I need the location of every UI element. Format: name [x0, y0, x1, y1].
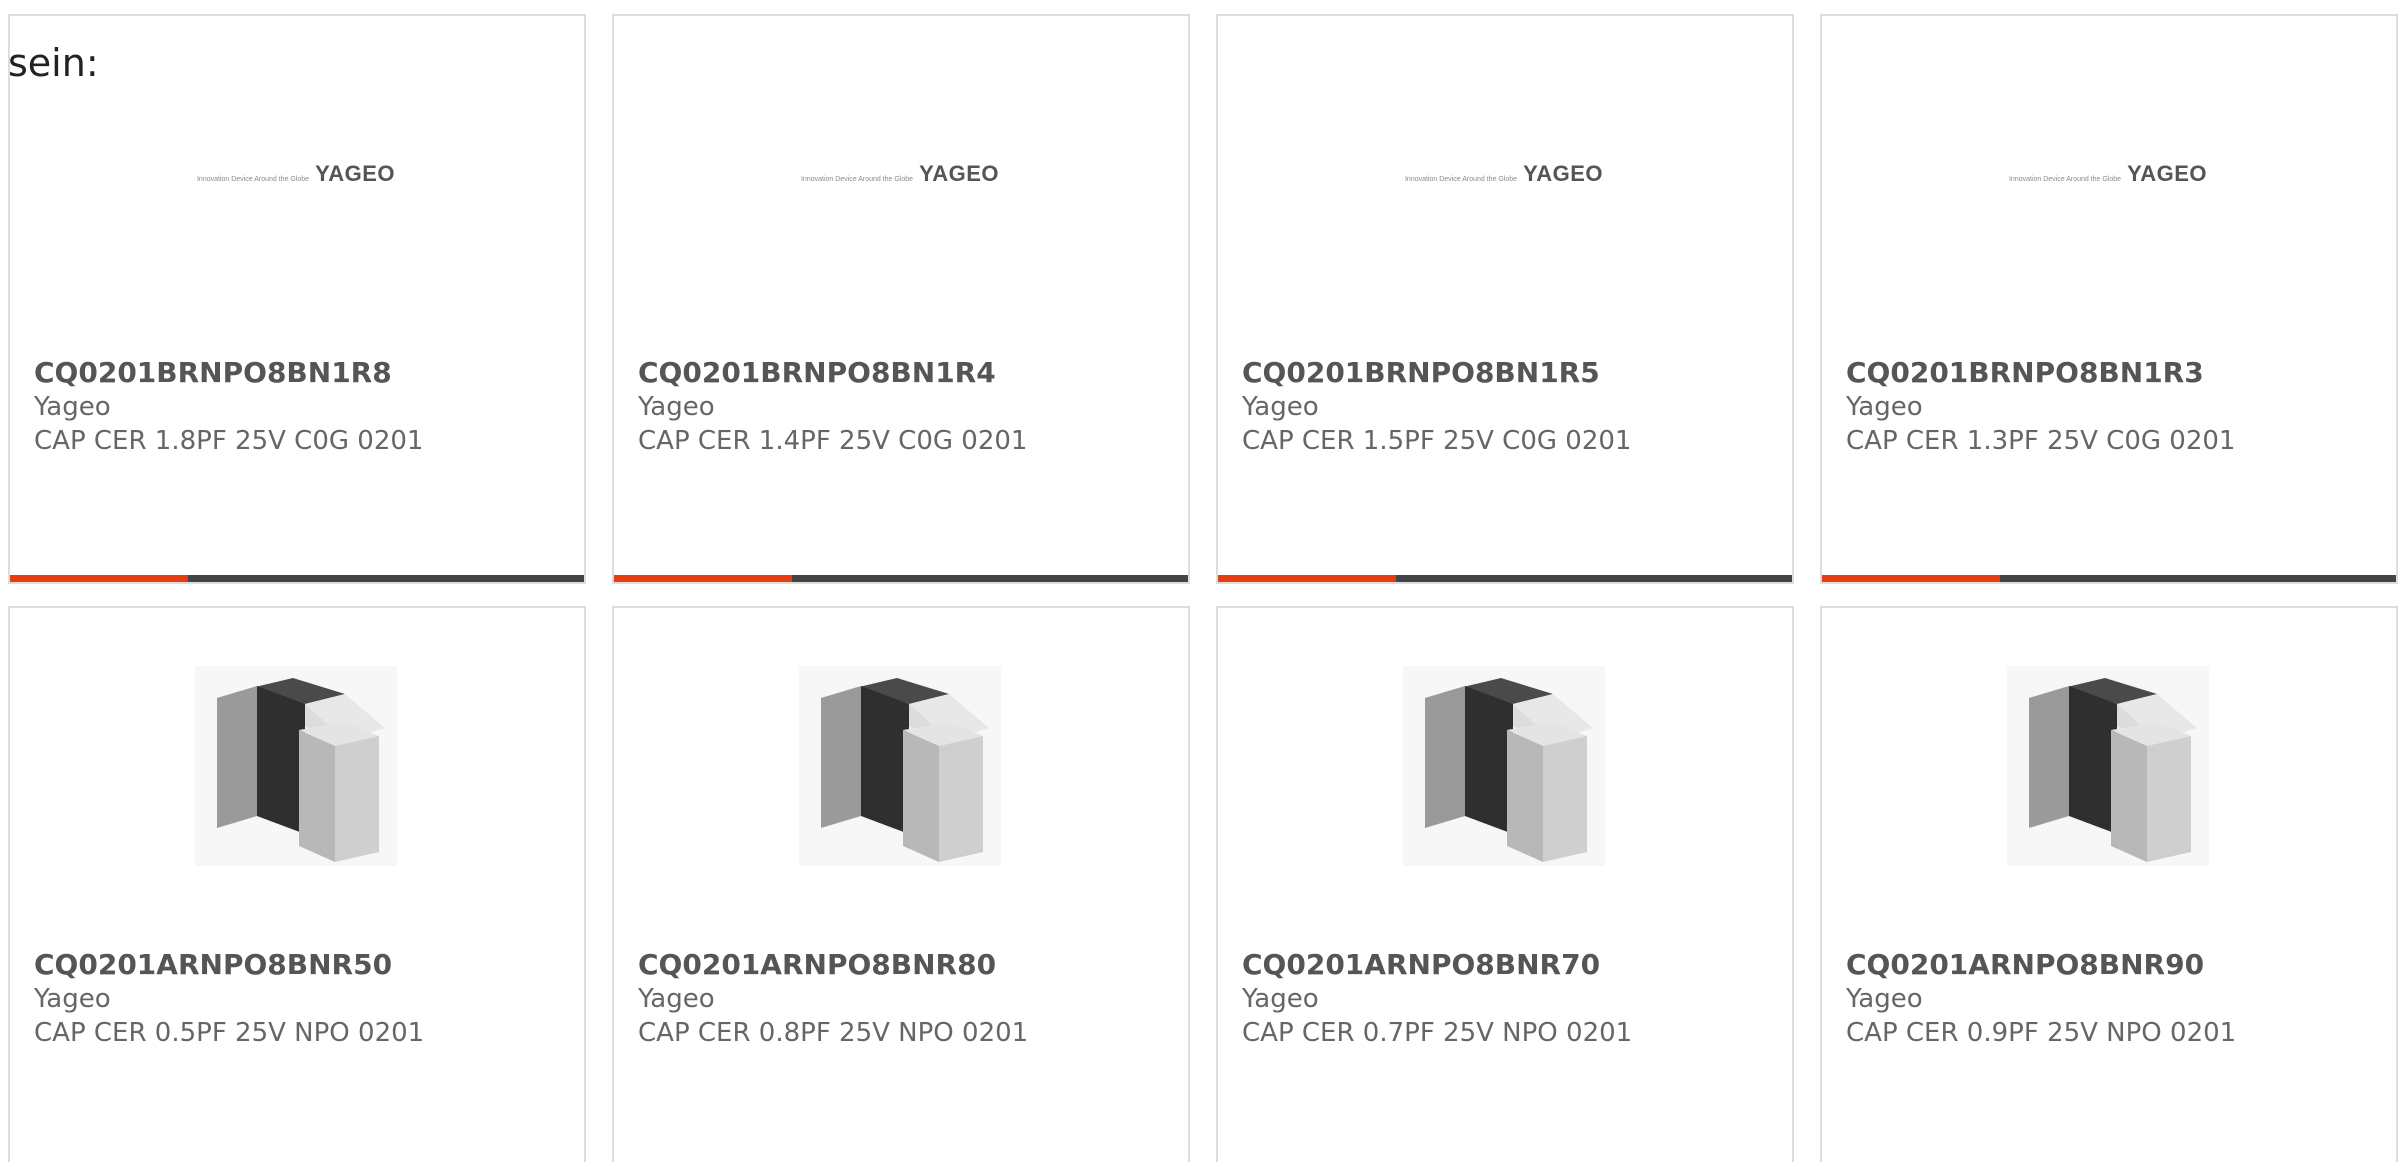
capacitor-chip-image — [1403, 666, 1605, 866]
logo-wordmark: YAGEO — [2127, 161, 2208, 186]
capacitor-chip-image — [2007, 666, 2209, 866]
product-description: CAP CER 1.3PF 25V C0G 0201 — [1846, 426, 2236, 456]
part-number[interactable]: CQ0201BRNPO8BN1R8 — [34, 356, 574, 390]
product-info: CQ0201ARNPO8BNR80 Yageo CAP CER 0.8PF 25… — [638, 948, 1178, 1050]
product-info: CQ0201BRNPO8BN1R4 Yageo CAP CER 1.4PF 25… — [638, 356, 1178, 458]
product-image[interactable]: Innovation Device Around the Globe YAGEO — [195, 74, 397, 274]
product-info: CQ0201BRNPO8BN1R5 Yageo CAP CER 1.5PF 25… — [1242, 356, 1782, 458]
capacitor-chip-image — [799, 666, 1001, 866]
product-card[interactable]: Innovation Device Around the Globe YAGEO… — [1820, 14, 2398, 584]
yageo-logo-image: Innovation Device Around the Globe YAGEO — [801, 161, 999, 187]
product-info: CQ0201ARNPO8BNR50 Yageo CAP CER 0.5PF 25… — [34, 948, 574, 1050]
product-card[interactable]: Innovation Device Around the Globe YAGEO… — [1216, 14, 1794, 584]
logo-wordmark: YAGEO — [919, 161, 1000, 186]
logo-tagline: Innovation Device Around the Globe — [800, 176, 914, 183]
product-info: CQ0201BRNPO8BN1R3 Yageo CAP CER 1.3PF 25… — [1846, 356, 2386, 458]
product-image[interactable] — [2007, 666, 2209, 866]
product-description: CAP CER 0.8PF 25V NPO 0201 — [638, 1018, 1029, 1048]
yageo-logo-image: Innovation Device Around the Globe YAGEO — [1405, 161, 1603, 187]
product-info: CQ0201ARNPO8BNR90 Yageo CAP CER 0.9PF 25… — [1846, 948, 2386, 1050]
product-grid-page: sein: Innovation Device Around the Globe… — [0, 0, 2400, 1162]
product-card[interactable]: CQ0201ARNPO8BNR90 Yageo CAP CER 0.9PF 25… — [1820, 606, 2398, 1162]
product-card[interactable]: CQ0201ARNPO8BNR70 Yageo CAP CER 0.7PF 25… — [1216, 606, 1794, 1162]
progress-fill — [1822, 575, 2000, 582]
part-number[interactable]: CQ0201ARNPO8BNR70 — [1242, 948, 1782, 982]
yageo-logo-image: Innovation Device Around the Globe YAGEO — [197, 161, 395, 187]
part-number[interactable]: CQ0201BRNPO8BN1R3 — [1846, 356, 2386, 390]
part-number[interactable]: CQ0201ARNPO8BNR90 — [1846, 948, 2386, 982]
logo-tagline: Innovation Device Around the Globe — [2008, 176, 2122, 183]
product-info: CQ0201ARNPO8BNR70 Yageo CAP CER 0.7PF 25… — [1242, 948, 1782, 1050]
product-card[interactable]: Innovation Device Around the Globe YAGEO… — [8, 14, 586, 584]
manufacturer: Yageo — [1846, 984, 1923, 1014]
progress-bar — [614, 575, 1188, 582]
progress-fill — [10, 575, 188, 582]
part-number[interactable]: CQ0201ARNPO8BNR80 — [638, 948, 1178, 982]
manufacturer: Yageo — [638, 984, 715, 1014]
manufacturer: Yageo — [1242, 392, 1319, 422]
product-description: CAP CER 1.8PF 25V C0G 0201 — [34, 426, 424, 456]
product-description: CAP CER 1.5PF 25V C0G 0201 — [1242, 426, 1632, 456]
logo-wordmark: YAGEO — [1523, 161, 1604, 186]
part-number[interactable]: CQ0201BRNPO8BN1R4 — [638, 356, 1178, 390]
product-description: CAP CER 1.4PF 25V C0G 0201 — [638, 426, 1028, 456]
progress-fill — [614, 575, 792, 582]
product-image[interactable] — [195, 666, 397, 866]
progress-bar — [1822, 575, 2396, 582]
part-number[interactable]: CQ0201BRNPO8BN1R5 — [1242, 356, 1782, 390]
intro-text: sein: — [8, 41, 99, 85]
product-card[interactable]: CQ0201ARNPO8BNR80 Yageo CAP CER 0.8PF 25… — [612, 606, 1190, 1162]
product-card[interactable]: Innovation Device Around the Globe YAGEO… — [612, 14, 1190, 584]
product-image[interactable]: Innovation Device Around the Globe YAGEO — [2007, 74, 2209, 274]
progress-bar — [1218, 575, 1792, 582]
manufacturer: Yageo — [638, 392, 715, 422]
product-description: CAP CER 0.5PF 25V NPO 0201 — [34, 1018, 425, 1048]
manufacturer: Yageo — [34, 392, 111, 422]
logo-tagline: Innovation Device Around the Globe — [1404, 176, 1518, 183]
product-image[interactable]: Innovation Device Around the Globe YAGEO — [799, 74, 1001, 274]
progress-bar — [10, 575, 584, 582]
logo-tagline: Innovation Device Around the Globe — [196, 176, 310, 183]
part-number[interactable]: CQ0201ARNPO8BNR50 — [34, 948, 574, 982]
product-description: CAP CER 0.7PF 25V NPO 0201 — [1242, 1018, 1633, 1048]
product-card[interactable]: CQ0201ARNPO8BNR50 Yageo CAP CER 0.5PF 25… — [8, 606, 586, 1162]
product-info: CQ0201BRNPO8BN1R8 Yageo CAP CER 1.8PF 25… — [34, 356, 574, 458]
logo-wordmark: YAGEO — [315, 161, 396, 186]
capacitor-chip-image — [195, 666, 397, 866]
product-image[interactable]: Innovation Device Around the Globe YAGEO — [1403, 74, 1605, 274]
manufacturer: Yageo — [1846, 392, 1923, 422]
yageo-logo-image: Innovation Device Around the Globe YAGEO — [2009, 161, 2207, 187]
product-image[interactable] — [799, 666, 1001, 866]
product-image[interactable] — [1403, 666, 1605, 866]
product-grid: Innovation Device Around the Globe YAGEO… — [8, 14, 2400, 1162]
progress-fill — [1218, 575, 1396, 582]
product-description: CAP CER 0.9PF 25V NPO 0201 — [1846, 1018, 2237, 1048]
manufacturer: Yageo — [1242, 984, 1319, 1014]
manufacturer: Yageo — [34, 984, 111, 1014]
